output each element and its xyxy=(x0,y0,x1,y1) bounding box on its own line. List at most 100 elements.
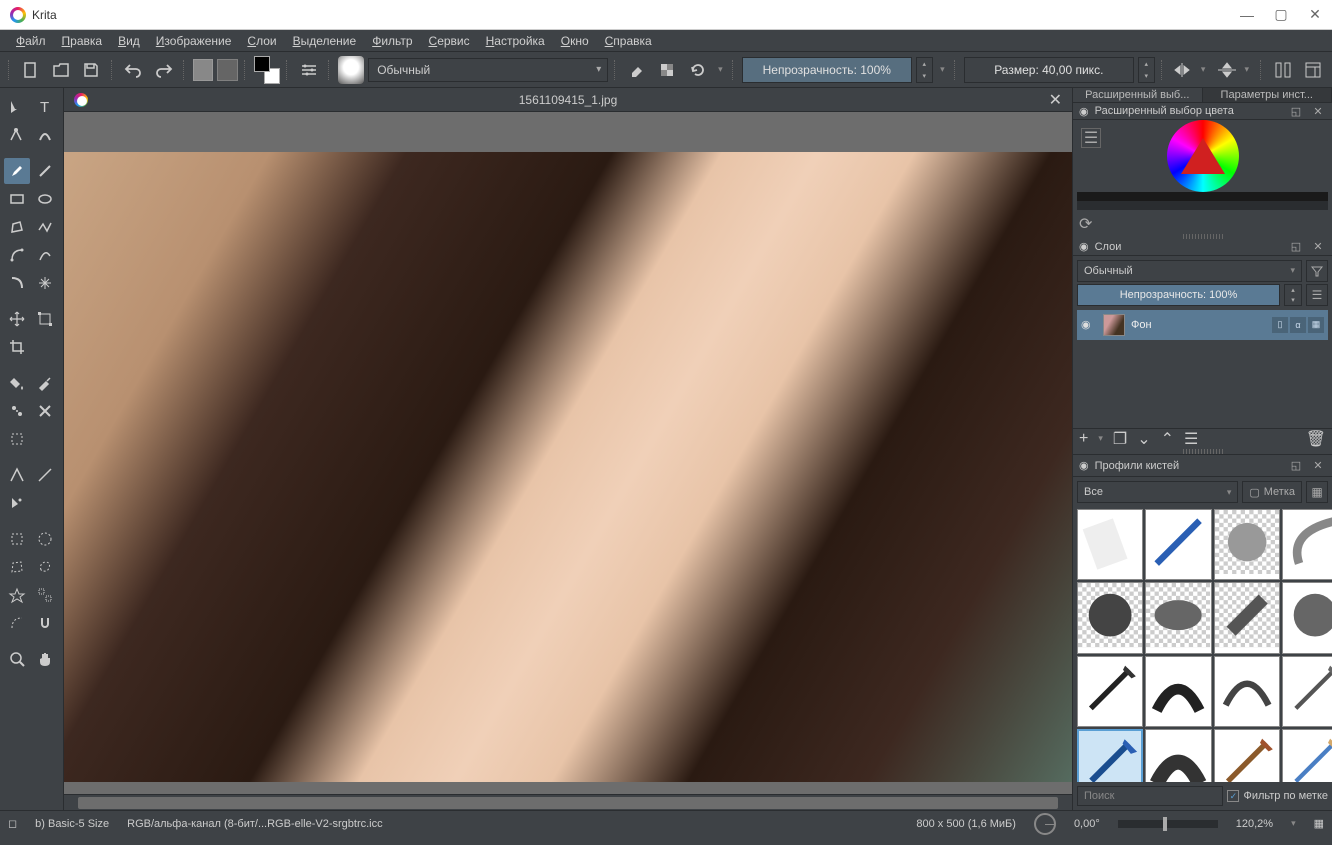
add-layer-button[interactable]: + xyxy=(1079,430,1088,448)
zoom-dropdown[interactable]: ▾ xyxy=(1291,818,1296,829)
layer-properties-button[interactable]: ☰ xyxy=(1184,429,1198,449)
menu-view[interactable]: Вид xyxy=(110,32,148,50)
menu-filter[interactable]: Фильтр xyxy=(364,32,420,50)
measure-tool[interactable] xyxy=(32,462,58,488)
fill-tool[interactable] xyxy=(4,370,30,396)
wrap-button[interactable] xyxy=(1270,56,1296,84)
fg-bg-color[interactable] xyxy=(254,56,280,84)
save-button[interactable] xyxy=(78,56,104,84)
color-wheel[interactable]: ☰ xyxy=(1073,120,1332,192)
filter-by-tag-checkbox[interactable]: ✓ Фильтр по метке xyxy=(1227,786,1328,806)
pattern-edit-tool[interactable] xyxy=(32,398,58,424)
bezier-tool[interactable] xyxy=(4,242,30,268)
select-magnetic-tool[interactable] xyxy=(32,610,58,636)
pattern-swatch[interactable] xyxy=(217,59,238,81)
select-free-tool[interactable] xyxy=(32,554,58,580)
rectangle-tool[interactable] xyxy=(4,186,30,212)
tag-button[interactable]: ▢ Метка xyxy=(1242,481,1302,503)
size-slider[interactable]: Размер: 40,00 пикс. xyxy=(964,57,1134,83)
delete-layer-button[interactable]: 🗑 xyxy=(1306,429,1326,449)
brush-preset[interactable] xyxy=(1282,509,1332,580)
alpha-lock-button[interactable] xyxy=(654,56,680,84)
select-rect-tool[interactable] xyxy=(4,526,30,552)
layer-opacity-spinner[interactable]: ▴▾ xyxy=(1284,284,1302,306)
color-value-bar[interactable] xyxy=(1077,192,1328,210)
close-button[interactable]: ✕ xyxy=(1308,8,1322,22)
menu-image[interactable]: Изображение xyxy=(148,32,240,50)
transform-tool[interactable] xyxy=(4,94,30,120)
status-selection-icon[interactable]: ◻ xyxy=(8,817,17,830)
brush-settings-button[interactable] xyxy=(296,56,322,84)
mirror-h-button[interactable] xyxy=(1171,56,1197,84)
canvas-viewport[interactable] xyxy=(64,112,1072,794)
brush-tag-combo[interactable]: Все xyxy=(1077,481,1238,503)
float-docker-button[interactable]: ◱ xyxy=(1288,103,1304,119)
close-docker-button[interactable]: ✕ xyxy=(1310,103,1326,119)
brush-preset[interactable] xyxy=(1145,509,1211,580)
menu-edit[interactable]: Правка xyxy=(54,32,111,50)
layer-filter-button[interactable] xyxy=(1306,260,1328,282)
select-bezier-tool[interactable] xyxy=(4,610,30,636)
menu-settings[interactable]: Настройка xyxy=(478,32,553,50)
brush-preset[interactable] xyxy=(1077,656,1143,727)
brush-preview[interactable] xyxy=(338,56,364,84)
layer-flag[interactable]: ▯ xyxy=(1272,317,1288,333)
edit-shapes-tool[interactable] xyxy=(4,122,30,148)
assistant-tool[interactable] xyxy=(4,462,30,488)
freehand-path-tool[interactable] xyxy=(32,242,58,268)
new-doc-button[interactable] xyxy=(18,56,44,84)
layer-alpha-flag[interactable]: α xyxy=(1290,317,1306,333)
dropdown-arrow-icon[interactable]: ▾ xyxy=(715,64,726,75)
document-tab[interactable]: 1561109415_1.jpg ✕ xyxy=(64,88,1072,112)
layer-menu-button[interactable]: ☰ xyxy=(1306,284,1328,306)
maximize-button[interactable]: ▢ xyxy=(1274,8,1288,22)
gradient-tool[interactable] xyxy=(4,398,30,424)
transform-tool-2[interactable] xyxy=(32,306,58,332)
docker-tab-tool-options[interactable]: Параметры инст... xyxy=(1203,88,1332,102)
brush-preset[interactable] xyxy=(1214,582,1280,653)
ellipse-tool[interactable] xyxy=(32,186,58,212)
brush-preset-selected[interactable] xyxy=(1077,729,1143,782)
duplicate-layer-button[interactable]: ❐ xyxy=(1113,429,1127,449)
brush-preset[interactable] xyxy=(1214,509,1280,580)
line-tool[interactable] xyxy=(32,158,58,184)
close-docker-button[interactable]: ✕ xyxy=(1310,458,1326,474)
dropdown-arrow-icon[interactable]: ▾ xyxy=(1201,64,1210,75)
brush-preset[interactable] xyxy=(1214,729,1280,782)
brush-preset[interactable] xyxy=(1077,509,1143,580)
brush-tool[interactable] xyxy=(4,158,30,184)
open-button[interactable] xyxy=(48,56,74,84)
brush-preset[interactable] xyxy=(1214,656,1280,727)
float-docker-button[interactable]: ◱ xyxy=(1288,239,1304,255)
menu-window[interactable]: Окно xyxy=(553,32,597,50)
polygon-tool[interactable] xyxy=(4,214,30,240)
brush-preset[interactable] xyxy=(1145,729,1211,782)
color-picker-tool[interactable] xyxy=(32,370,58,396)
close-tab-button[interactable]: ✕ xyxy=(1049,90,1062,110)
reload-brush-button[interactable] xyxy=(685,56,711,84)
move-tool[interactable] xyxy=(4,306,30,332)
pan-tool[interactable] xyxy=(32,646,58,672)
calligraphy-tool[interactable] xyxy=(32,122,58,148)
view-mode-button[interactable]: ▦ xyxy=(1306,481,1328,503)
menu-tools[interactable]: Сервис xyxy=(421,32,478,50)
brush-preset[interactable] xyxy=(1145,656,1211,727)
zoom-tool[interactable] xyxy=(4,646,30,672)
crop-tool[interactable] xyxy=(4,334,30,360)
opacity-spinner[interactable]: ▴▾ xyxy=(916,57,933,83)
brush-preset[interactable] xyxy=(1282,656,1332,727)
select-ellipse-tool[interactable] xyxy=(32,526,58,552)
move-up-button[interactable]: ⌃ xyxy=(1161,429,1174,449)
eraser-mode-button[interactable] xyxy=(624,56,650,84)
blend-mode-combo[interactable]: Обычный xyxy=(368,58,608,82)
opacity-slider[interactable]: Непрозрачность: 100% xyxy=(742,57,912,83)
horizontal-scrollbar[interactable] xyxy=(64,794,1072,810)
brush-preset[interactable] xyxy=(1282,729,1332,782)
brush-search-input[interactable]: Поиск xyxy=(1077,786,1223,806)
brush-preset[interactable] xyxy=(1145,582,1211,653)
rotation-widget[interactable] xyxy=(1034,813,1056,835)
smart-patch-tool[interactable] xyxy=(4,426,30,452)
workspace-button[interactable] xyxy=(1300,56,1326,84)
close-docker-button[interactable]: ✕ xyxy=(1310,239,1326,255)
mirror-v-button[interactable] xyxy=(1214,56,1240,84)
